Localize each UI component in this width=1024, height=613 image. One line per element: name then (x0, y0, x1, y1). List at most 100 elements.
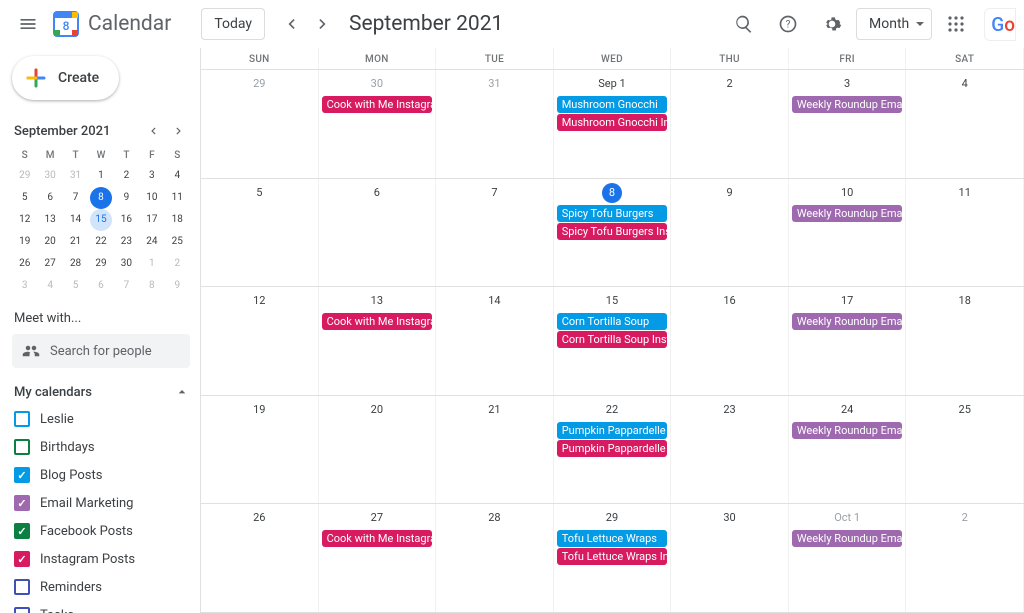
mini-day-cell[interactable]: 9 (115, 187, 137, 209)
day-cell[interactable]: 13Cook with Me Instagram (319, 287, 437, 395)
mini-day-cell[interactable]: 23 (115, 231, 137, 253)
calendar-event[interactable]: Mushroom Gnocchi Insta (557, 114, 668, 131)
day-cell[interactable]: 29 (201, 70, 319, 178)
mini-day-cell[interactable]: 1 (90, 165, 112, 187)
mini-day-cell[interactable]: 20 (39, 231, 61, 253)
mini-day-cell[interactable]: 5 (14, 187, 36, 209)
calendar-event[interactable]: Weekly Roundup Email (792, 422, 903, 439)
mini-prev-button[interactable] (142, 120, 164, 142)
calendar-checkbox[interactable] (14, 579, 30, 595)
calendar-checkbox[interactable] (14, 439, 30, 455)
day-cell[interactable]: 3Weekly Roundup Email (789, 70, 907, 178)
mini-day-cell[interactable]: 19 (14, 231, 36, 253)
mini-day-cell[interactable]: 13 (39, 209, 61, 231)
day-cell[interactable]: 2 (906, 504, 1024, 612)
day-cell[interactable]: 9 (671, 179, 789, 287)
day-cell[interactable]: 19 (201, 396, 319, 504)
day-cell[interactable]: Oct 1Weekly Roundup Email (789, 504, 907, 612)
day-cell[interactable]: 16 (671, 287, 789, 395)
search-button[interactable] (724, 4, 764, 44)
calendar-toggle[interactable]: Instagram Posts (12, 546, 190, 572)
calendar-event[interactable]: Spicy Tofu Burgers (557, 205, 668, 222)
calendar-checkbox[interactable] (14, 467, 30, 483)
view-selector[interactable]: Month (856, 8, 932, 40)
day-cell[interactable]: 10Weekly Roundup Email (789, 179, 907, 287)
day-cell[interactable]: 4 (906, 70, 1024, 178)
calendar-toggle[interactable]: Reminders (12, 574, 190, 600)
calendar-checkbox[interactable] (14, 411, 30, 427)
main-menu-button[interactable] (8, 4, 48, 44)
mini-day-cell[interactable]: 16 (115, 209, 137, 231)
day-cell[interactable]: 24Weekly Roundup Email (789, 396, 907, 504)
day-cell[interactable]: 11 (906, 179, 1024, 287)
day-cell[interactable]: 30 (671, 504, 789, 612)
mini-day-cell[interactable]: 27 (39, 253, 61, 275)
calendar-toggle[interactable]: Tasks (12, 602, 190, 613)
mini-day-cell[interactable]: 6 (90, 275, 112, 297)
mini-day-cell[interactable]: 10 (141, 187, 163, 209)
calendar-event[interactable]: Tofu Lettuce Wraps (557, 530, 668, 547)
calendar-toggle[interactable]: Blog Posts (12, 462, 190, 488)
mini-day-cell[interactable]: 18 (166, 209, 188, 231)
mini-day-cell[interactable]: 21 (65, 231, 87, 253)
mini-day-cell[interactable]: 24 (141, 231, 163, 253)
calendar-toggle[interactable]: Facebook Posts (12, 518, 190, 544)
calendar-event[interactable]: Spicy Tofu Burgers Instag (557, 223, 668, 240)
create-button[interactable]: Create (12, 56, 119, 100)
calendar-toggle[interactable]: Leslie (12, 406, 190, 432)
day-cell[interactable]: Sep 1Mushroom GnocchiMushroom Gnocchi In… (554, 70, 672, 178)
calendar-checkbox[interactable] (14, 551, 30, 567)
calendar-event[interactable]: Weekly Roundup Email (792, 205, 903, 222)
mini-day-cell[interactable]: 31 (65, 165, 87, 187)
day-cell[interactable]: 20 (319, 396, 437, 504)
mini-day-cell[interactable]: 30 (115, 253, 137, 275)
apps-launcher-button[interactable] (936, 4, 976, 44)
next-month-button[interactable] (309, 10, 337, 38)
mini-day-cell[interactable]: 3 (141, 165, 163, 187)
mini-day-cell[interactable]: 28 (65, 253, 87, 275)
calendar-event[interactable]: Pumpkin Pappardelle (557, 422, 668, 439)
mini-day-cell[interactable]: 17 (141, 209, 163, 231)
support-button[interactable]: ? (768, 4, 808, 44)
search-people-input[interactable]: Search for people (12, 334, 190, 368)
day-cell[interactable]: 26 (201, 504, 319, 612)
calendar-toggle[interactable]: Birthdays (12, 434, 190, 460)
day-cell[interactable]: 30Cook with Me Instagram (319, 70, 437, 178)
day-cell[interactable]: 31 (436, 70, 554, 178)
day-cell[interactable]: 23 (671, 396, 789, 504)
mini-day-cell[interactable]: 8 (90, 187, 112, 209)
mini-day-cell[interactable]: 3 (14, 275, 36, 297)
day-cell[interactable]: 22Pumpkin PappardellePumpkin Pappardelle… (554, 396, 672, 504)
mini-day-cell[interactable]: 29 (90, 253, 112, 275)
day-cell[interactable]: 18 (906, 287, 1024, 395)
mini-day-cell[interactable]: 12 (14, 209, 36, 231)
mini-day-cell[interactable]: 8 (141, 275, 163, 297)
mini-day-cell[interactable]: 6 (39, 187, 61, 209)
calendar-event[interactable]: Cook with Me Instagram (322, 313, 433, 330)
calendar-event[interactable]: Cook with Me Instagram (322, 96, 433, 113)
day-cell[interactable]: 8Spicy Tofu BurgersSpicy Tofu Burgers In… (554, 179, 672, 287)
calendar-checkbox[interactable] (14, 523, 30, 539)
app-logo[interactable]: 8 Calendar (52, 10, 171, 38)
my-calendars-header[interactable]: My calendars (14, 384, 190, 400)
mini-day-cell[interactable]: 5 (65, 275, 87, 297)
calendar-toggle[interactable]: Email Marketing (12, 490, 190, 516)
calendar-event[interactable]: Pumpkin Pappardelle Ins (557, 440, 668, 457)
day-cell[interactable]: 14 (436, 287, 554, 395)
mini-day-cell[interactable]: 30 (39, 165, 61, 187)
mini-day-cell[interactable]: 15 (90, 209, 112, 231)
day-cell[interactable]: 17Weekly Roundup Email (789, 287, 907, 395)
mini-day-cell[interactable]: 2 (166, 253, 188, 275)
day-cell[interactable]: 29Tofu Lettuce WrapsTofu Lettuce Wraps I… (554, 504, 672, 612)
calendar-checkbox[interactable] (14, 495, 30, 511)
calendar-checkbox[interactable] (14, 607, 30, 613)
day-cell[interactable]: 5 (201, 179, 319, 287)
prev-month-button[interactable] (277, 10, 305, 38)
day-cell[interactable]: 12 (201, 287, 319, 395)
mini-day-cell[interactable]: 11 (166, 187, 188, 209)
calendar-event[interactable]: Weekly Roundup Email (792, 96, 903, 113)
calendar-event[interactable]: Corn Tortilla Soup (557, 313, 668, 330)
day-cell[interactable]: 15Corn Tortilla SoupCorn Tortilla Soup I… (554, 287, 672, 395)
mini-next-button[interactable] (168, 120, 190, 142)
mini-day-cell[interactable]: 7 (65, 187, 87, 209)
